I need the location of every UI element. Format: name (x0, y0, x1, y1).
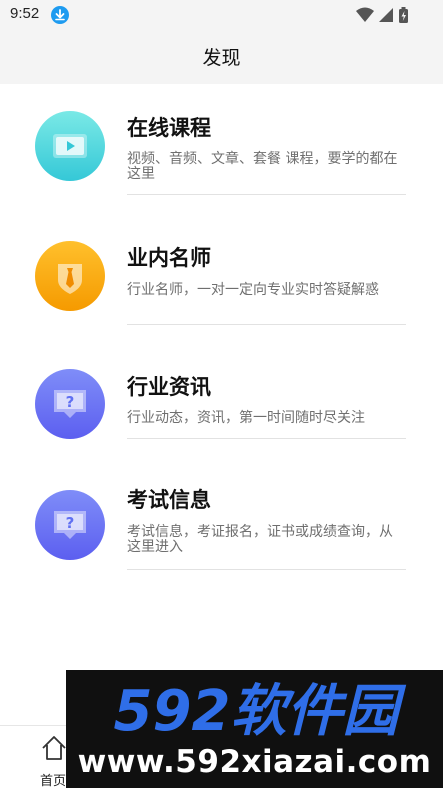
divider (127, 324, 406, 325)
list-item-famous-teachers[interactable]: 业内名师 行业名师，一对一定向专业实时答疑解惑 (0, 238, 443, 350)
divider (127, 438, 406, 439)
status-bar: 9:52 (0, 0, 443, 30)
home-icon (42, 736, 66, 760)
page-title: 发现 (202, 47, 241, 69)
item-description: 行业名师，一对一定向专业实时答疑解惑 (127, 282, 379, 298)
download-notification-icon (51, 6, 69, 24)
item-title: 行业资讯 (127, 375, 211, 399)
watermark-logo: 592软件园 (114, 679, 407, 742)
watermark-url: www.592xiazai.com (77, 744, 432, 780)
svg-text:?: ? (66, 514, 75, 532)
item-title: 业内名师 (127, 246, 211, 270)
video-play-icon (35, 111, 105, 181)
item-description: 考试信息，考证报名，证书或成绩查询，从这里进入 (127, 524, 393, 555)
tab-home-label: 首页 (40, 774, 67, 788)
question-chat-icon: ? (35, 490, 105, 560)
list-item-exam-info[interactable]: ? 考试信息 考试信息，考证报名，证书或成绩查询，从这里进入 (0, 488, 443, 589)
svg-text:?: ? (66, 393, 75, 411)
list-item-online-courses[interactable]: 在线课程 视频、音频、文章、套餐 课程，要学的都在这里 (0, 108, 443, 220)
teacher-tie-icon (35, 241, 105, 311)
status-icons (356, 7, 408, 23)
watermark: 592软件园 www.592xiazai.com (66, 670, 443, 788)
wifi-icon (356, 7, 374, 22)
status-time: 9:52 (10, 5, 40, 22)
item-description: 行业动态，资讯，第一时间随时尽关注 (127, 410, 365, 426)
question-chat-icon: ? (35, 369, 105, 439)
watermark-logo-text: 592软件园 (114, 679, 407, 742)
list-item-industry-news[interactable]: ? 行业资讯 行业动态，资讯，第一时间随时尽关注 (0, 366, 443, 458)
divider (127, 194, 406, 195)
header: 发现 (0, 30, 443, 84)
battery-charging-icon (399, 7, 408, 23)
item-title: 考试信息 (127, 488, 211, 512)
divider (127, 569, 406, 570)
item-title: 在线课程 (127, 116, 211, 140)
signal-icon (379, 8, 393, 22)
item-description: 视频、音频、文章、套餐 课程，要学的都在这里 (127, 151, 398, 182)
